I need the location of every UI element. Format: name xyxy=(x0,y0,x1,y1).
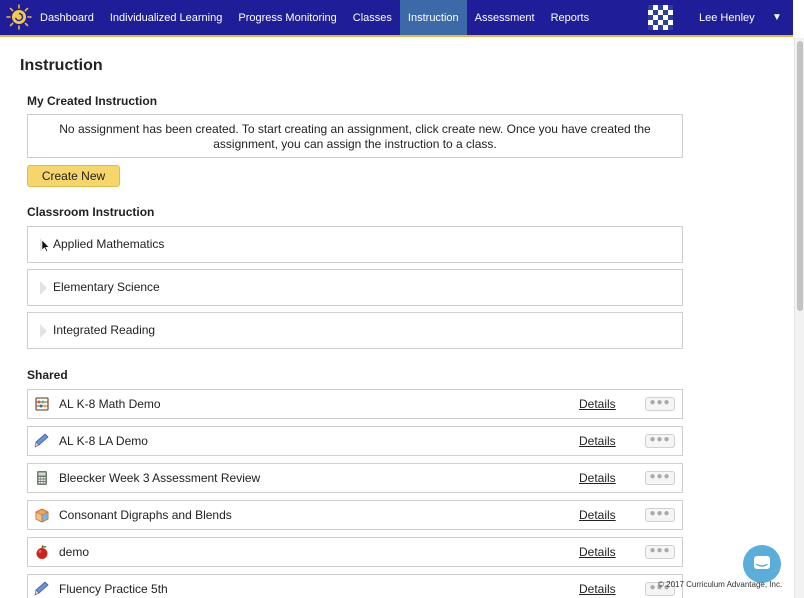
chat-icon xyxy=(754,556,770,569)
class-row-label: Elementary Science xyxy=(53,280,160,294)
shared-row-fluency-practice: Fluency Practice 5th Details ●●● xyxy=(27,574,683,598)
user-avatar-icon[interactable] xyxy=(648,5,673,30)
more-options-button[interactable]: ●●● xyxy=(645,508,675,522)
class-row-integrated-reading[interactable]: Integrated Reading xyxy=(27,312,683,349)
nav-progress-monitoring[interactable]: Progress Monitoring xyxy=(230,0,344,35)
shared-row-al-k8-la-demo: AL K-8 LA Demo Details ●●● xyxy=(27,426,683,456)
nav-instruction[interactable]: Instruction xyxy=(399,0,467,35)
details-link[interactable]: Details xyxy=(579,501,616,529)
class-row-label: Integrated Reading xyxy=(53,323,156,337)
class-row-elementary-science[interactable]: Elementary Science xyxy=(27,269,683,306)
nav-assessment[interactable]: Assessment xyxy=(467,0,543,35)
more-options-button[interactable]: ●●● xyxy=(645,471,675,485)
details-link[interactable]: Details xyxy=(579,464,616,492)
shared-item-label: AL K-8 Math Demo xyxy=(59,397,161,411)
shared-heading: Shared xyxy=(27,368,68,382)
create-new-button[interactable]: Create New xyxy=(27,165,120,187)
sun-logo-icon[interactable] xyxy=(6,4,32,30)
abacus-icon xyxy=(35,397,49,411)
nav-reports[interactable]: Reports xyxy=(543,0,598,35)
nav-classes[interactable]: Classes xyxy=(345,0,400,35)
apple-icon xyxy=(36,545,48,559)
class-row-applied-mathematics[interactable]: Applied Mathematics xyxy=(27,226,683,263)
shared-item-label: Bleecker Week 3 Assessment Review xyxy=(59,471,261,485)
shared-item-label: demo xyxy=(59,545,90,559)
classroom-instruction-heading: Classroom Instruction xyxy=(27,205,155,219)
main-nav: Dashboard Individualized Learning Progre… xyxy=(32,0,597,35)
pencil-icon xyxy=(34,433,49,448)
details-link[interactable]: Details xyxy=(579,538,616,566)
more-options-button[interactable]: ●●● xyxy=(645,545,675,559)
more-options-button[interactable]: ●●● xyxy=(645,397,675,411)
expand-arrow-icon[interactable] xyxy=(40,281,47,295)
nav-dashboard[interactable]: Dashboard xyxy=(32,0,102,35)
page-title: Instruction xyxy=(20,57,103,74)
shared-item-label: AL K-8 LA Demo xyxy=(59,434,148,448)
details-link[interactable]: Details xyxy=(579,575,616,598)
my-created-heading: My Created Instruction xyxy=(27,94,158,108)
empty-assignment-message: No assignment has been created. To start… xyxy=(27,114,683,158)
class-row-label: Applied Mathematics xyxy=(53,237,165,251)
shared-row-al-k8-math-demo: AL K-8 Math Demo Details ●●● xyxy=(27,389,683,419)
chat-support-button[interactable] xyxy=(743,545,781,583)
shared-row-bleecker-week-3: Bleecker Week 3 Assessment Review Detail… xyxy=(27,463,683,493)
pencil-icon xyxy=(34,581,49,596)
letter-blocks-icon xyxy=(35,508,49,523)
shared-item-label: Fluency Practice 5th xyxy=(59,582,168,596)
shared-item-label: Consonant Digraphs and Blends xyxy=(59,508,232,522)
user-menu-caret-icon[interactable]: ▼ xyxy=(772,0,782,36)
mouse-cursor-icon xyxy=(42,240,50,252)
copyright-footer: © 2017 Curriculum Advantage, Inc. xyxy=(658,580,783,589)
details-link[interactable]: Details xyxy=(579,390,616,418)
shared-row-demo: demo Details ●●● xyxy=(27,537,683,567)
user-name[interactable]: Lee Henley xyxy=(699,0,755,36)
calculator-icon xyxy=(37,471,47,485)
more-options-button[interactable]: ●●● xyxy=(645,434,675,448)
shared-row-consonant-digraphs: Consonant Digraphs and Blends Details ●●… xyxy=(27,500,683,530)
details-link[interactable]: Details xyxy=(579,427,616,455)
expand-arrow-icon[interactable] xyxy=(40,324,47,338)
nav-individualized-learning[interactable]: Individualized Learning xyxy=(102,0,231,35)
page-scrollbar[interactable] xyxy=(794,38,804,598)
scrollbar-thumb[interactable] xyxy=(797,41,803,311)
top-navbar: Dashboard Individualized Learning Progre… xyxy=(0,0,793,37)
